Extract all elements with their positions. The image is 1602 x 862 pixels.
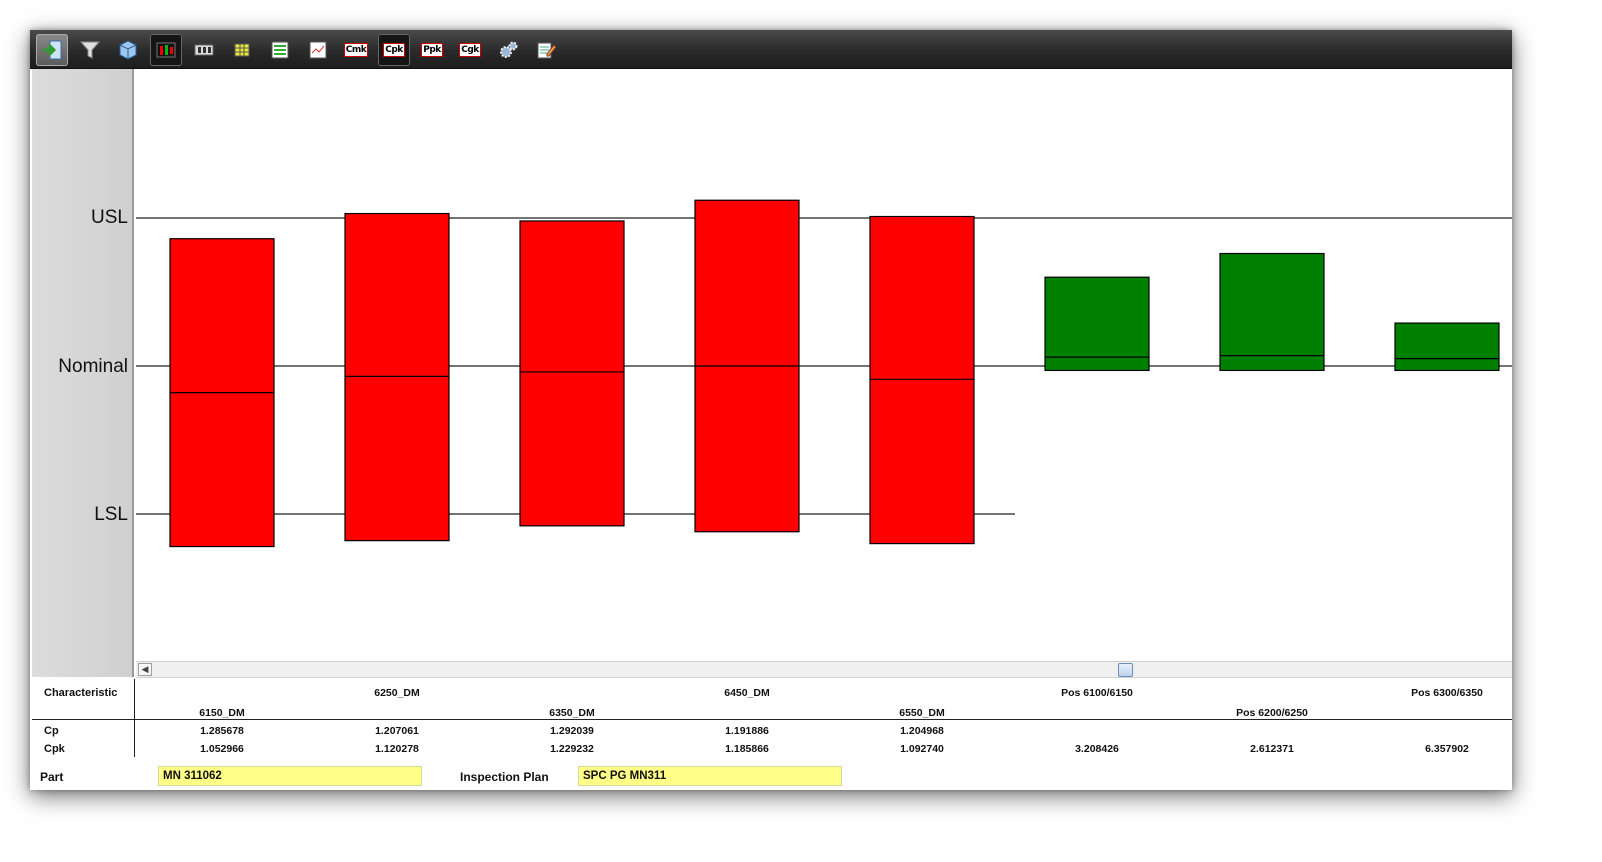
column-header: 6350_DM — [549, 707, 595, 719]
table-divider-vertical — [134, 679, 135, 757]
cgk-button[interactable]: Cgk — [454, 34, 486, 66]
column-header: Pos 6200/6250 — [1236, 707, 1308, 719]
box-6350_DM — [519, 220, 625, 527]
box-Pos 6100/6150 — [1044, 276, 1150, 372]
settings-button[interactable] — [492, 34, 524, 66]
cpk-value: 1.092740 — [900, 743, 944, 755]
table-icon — [234, 43, 250, 57]
column-header: Pos 6300/6350 — [1411, 687, 1483, 699]
ppk-button[interactable]: Ppk — [416, 34, 448, 66]
table-divider-horizontal — [32, 719, 1512, 720]
cpk-value: 1.120278 — [375, 743, 419, 755]
column-header: 6250_DM — [374, 687, 420, 699]
exit-arrow-icon — [43, 40, 62, 60]
column-header: 6450_DM — [724, 687, 770, 699]
footer: Part MN 311062 Inspection Plan SPC PG MN… — [30, 760, 1512, 788]
list-icon — [271, 41, 289, 59]
cpk-value: 3.208426 — [1075, 743, 1119, 755]
cpk-value: 1.229232 — [550, 743, 594, 755]
exit-button[interactable] — [36, 34, 68, 66]
cpk-value: 1.052966 — [200, 743, 244, 755]
box-chart-button[interactable] — [150, 34, 182, 66]
column-header: 6550_DM — [899, 707, 945, 719]
box-chart — [136, 199, 1512, 548]
horizontal-scrollbar[interactable]: ◀ — [136, 661, 1512, 678]
cp-value: 1.207061 — [375, 725, 419, 737]
characteristic-header: Characteristic — [44, 687, 118, 699]
lsl-label: LSL — [94, 504, 128, 525]
column-header: 6150_DM — [199, 707, 245, 719]
value-chart-icon — [194, 44, 214, 56]
table-button[interactable] — [226, 34, 258, 66]
y-axis-panel: USL Nominal LSL — [32, 69, 134, 677]
cpk-button[interactable]: Cpk — [378, 34, 410, 66]
cpk-value: 1.185866 — [725, 743, 769, 755]
scroll-left-arrow-icon[interactable]: ◀ — [138, 663, 152, 676]
gears-icon — [500, 41, 518, 58]
funnel-icon — [79, 41, 101, 59]
capability-table: Characteristic Cp Cpk 6150_DM 1.285678 1.0… — [30, 679, 1512, 757]
toolbar: Cmk Cpk Ppk Cgk — [30, 30, 1512, 69]
cp-value: 1.292039 — [550, 725, 594, 737]
cp-row-label: Cp — [44, 725, 59, 737]
cgk-icon: Cgk — [459, 43, 481, 57]
inspection-plan-field[interactable]: SPC PG MN311 — [578, 766, 842, 786]
value-chart-button[interactable] — [188, 34, 220, 66]
cpk-icon: Cpk — [383, 43, 405, 57]
cp-value: 1.285678 — [200, 725, 244, 737]
inspection-plan-label: Inspection Plan — [460, 770, 549, 784]
box-chart-icon — [156, 42, 176, 58]
edit-button[interactable] — [530, 34, 562, 66]
column-header: Pos 6100/6150 — [1061, 687, 1133, 699]
box-6550_DM — [869, 215, 975, 545]
nominal-label: Nominal — [58, 356, 128, 377]
notepad-pencil-icon — [537, 42, 557, 59]
line-chart-button[interactable] — [302, 34, 334, 66]
list-button[interactable] — [264, 34, 296, 66]
cpk-value: 2.612371 — [1250, 743, 1294, 755]
ppk-icon: Ppk — [421, 43, 443, 57]
box-Pos 6300/6350 — [1394, 322, 1500, 372]
spc-window: Cmk Cpk Ppk Cgk USL Nominal LSL ◀ Charac… — [30, 30, 1512, 790]
box-Pos 6200/6250 — [1219, 252, 1325, 372]
cube-button[interactable] — [112, 34, 144, 66]
usl-label: USL — [91, 207, 128, 228]
cmk-icon: Cmk — [343, 43, 369, 57]
cmk-button[interactable]: Cmk — [340, 34, 372, 66]
scroll-thumb[interactable] — [1118, 663, 1133, 677]
cube-icon — [119, 40, 137, 60]
box-6250_DM — [344, 212, 450, 542]
cpk-row-label: Cpk — [44, 743, 65, 755]
part-field[interactable]: MN 311062 — [158, 766, 422, 786]
part-label: Part — [40, 770, 64, 784]
line-chart-icon — [309, 41, 327, 59]
filter-button[interactable] — [74, 34, 106, 66]
cpk-value: 6.357902 — [1425, 743, 1469, 755]
cp-value: 1.204968 — [900, 725, 944, 737]
cp-value: 1.191886 — [725, 725, 769, 737]
